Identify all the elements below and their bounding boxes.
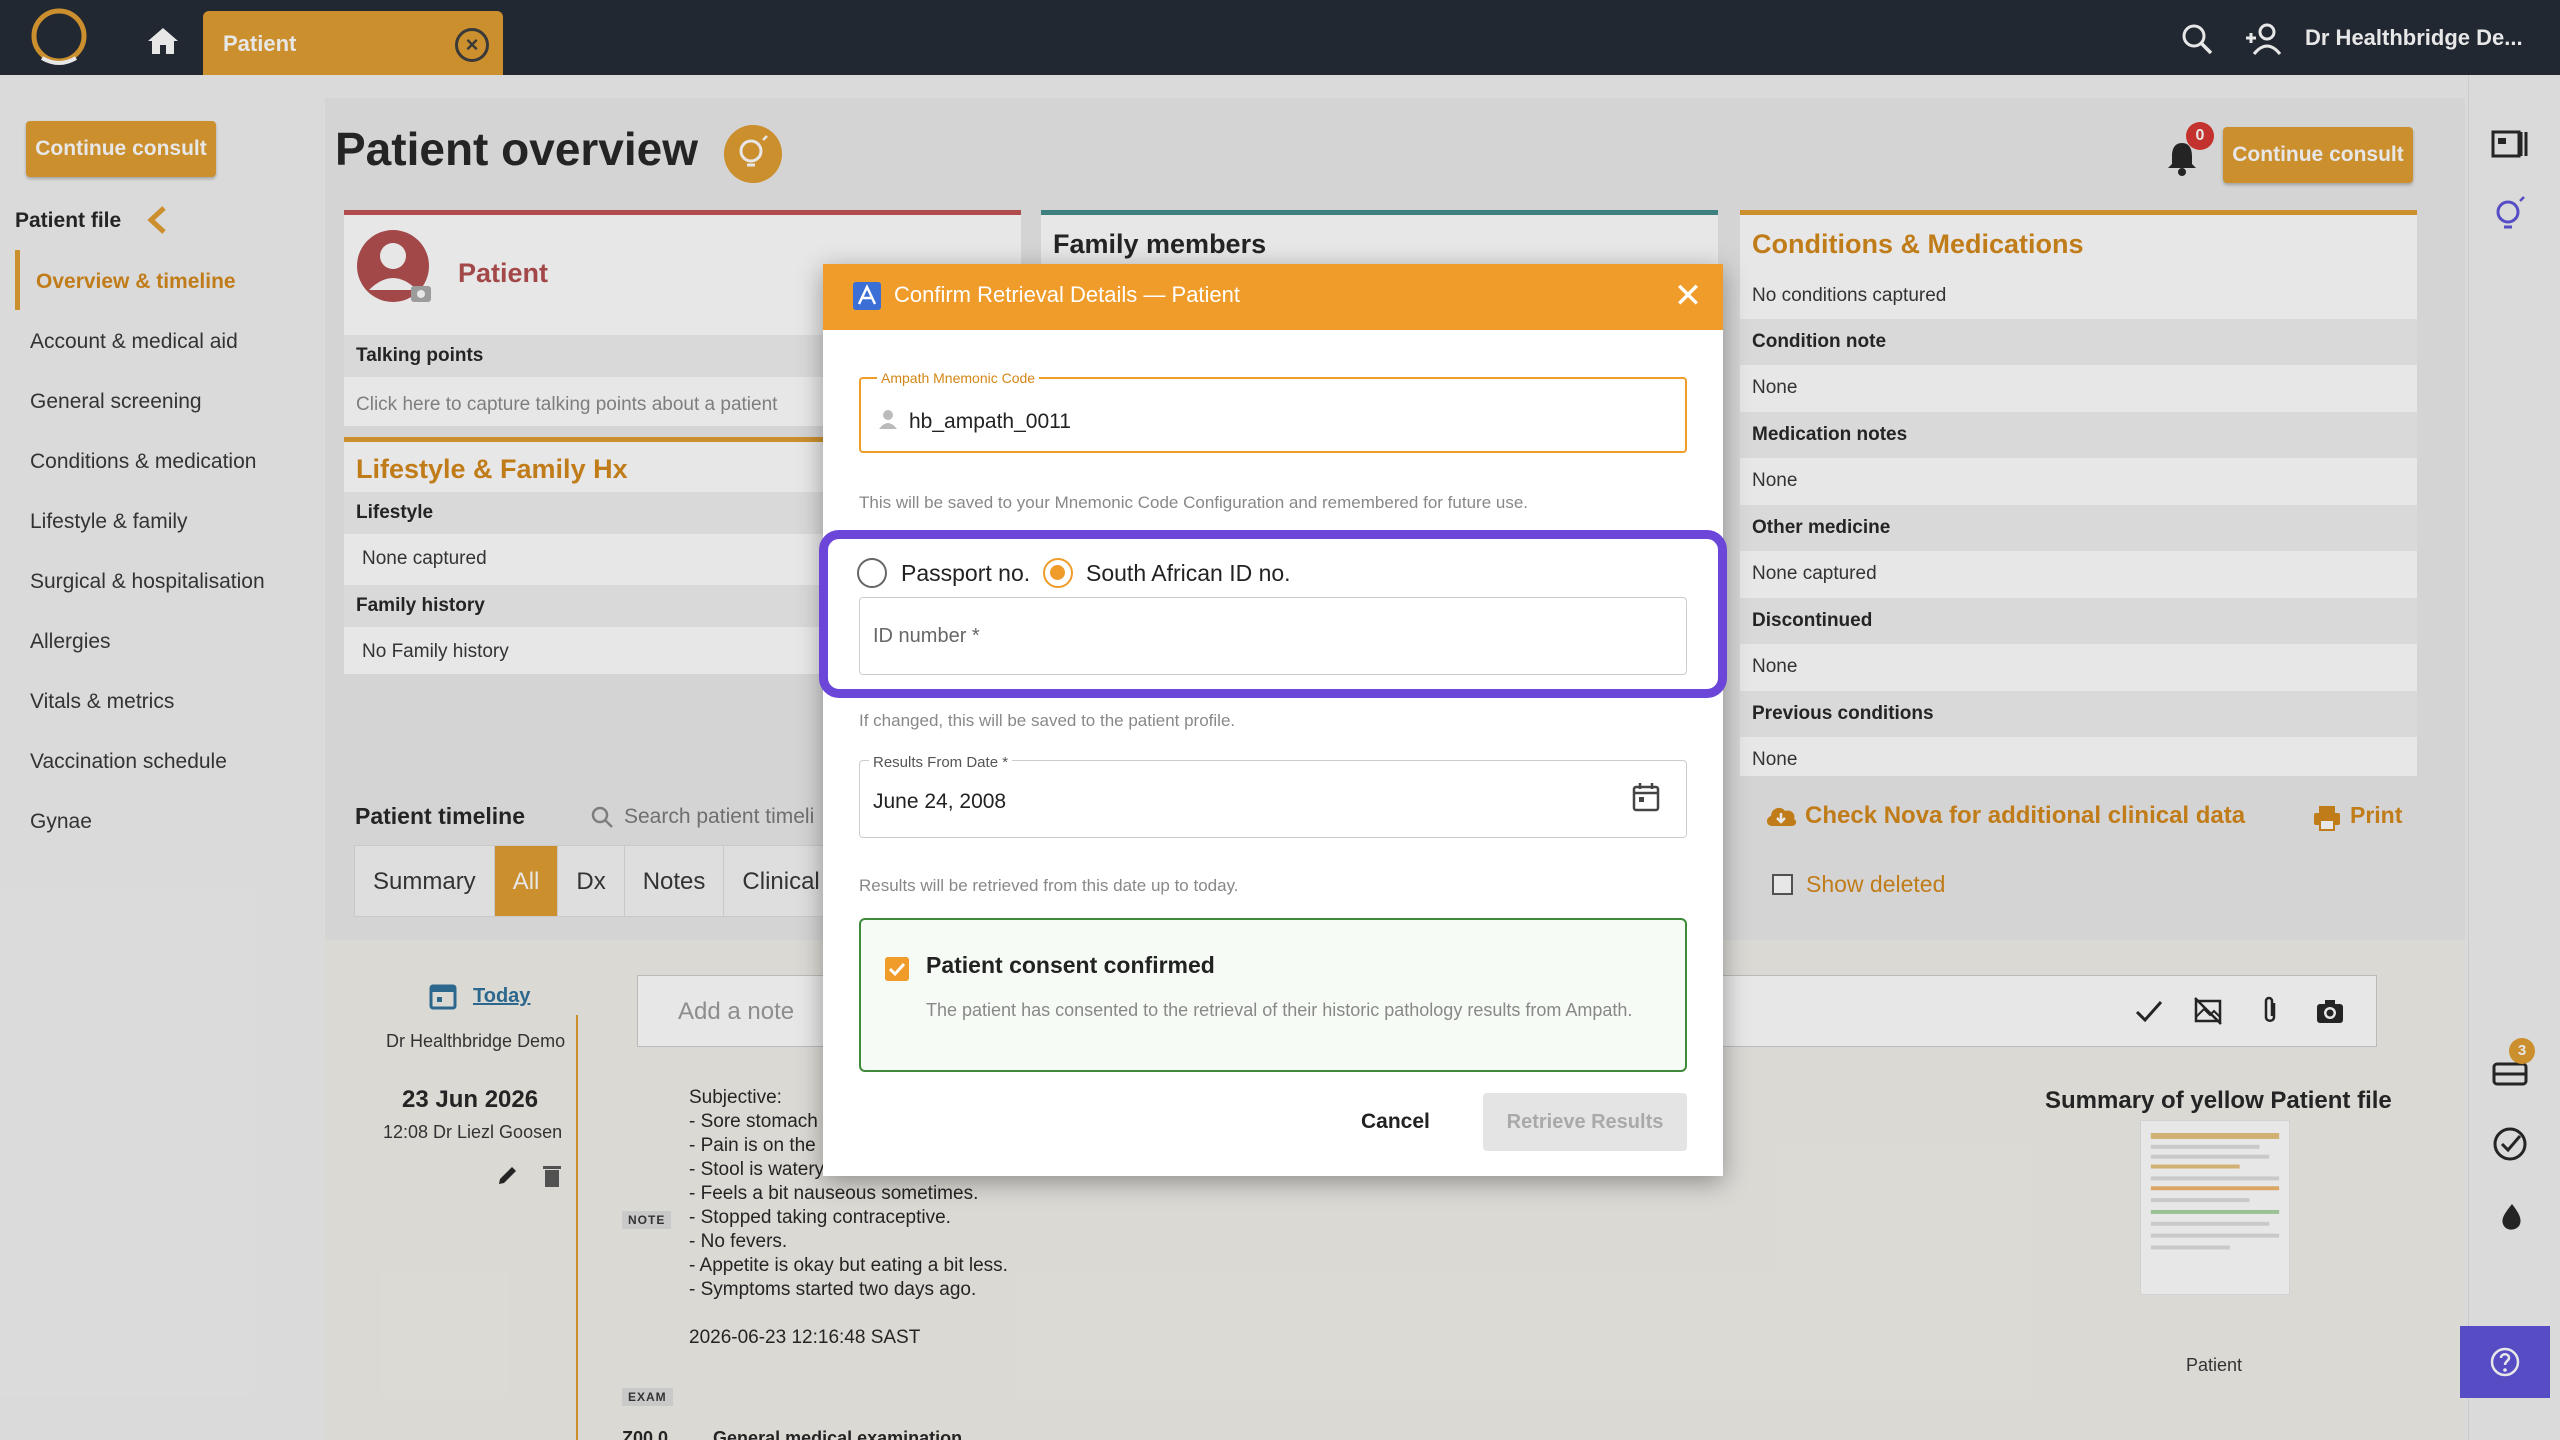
passport-radio[interactable] <box>857 558 887 588</box>
consent-text: The patient has consented to the retriev… <box>926 1000 1633 1020</box>
calendar-icon[interactable] <box>1631 781 1661 813</box>
id-help-text: If changed, this will be saved to the pa… <box>859 711 1236 730</box>
id-number-field[interactable] <box>859 597 1687 675</box>
consent-title[interactable]: Patient consent confirmed <box>926 952 1215 979</box>
id-number-placeholder: ID number * <box>873 625 980 647</box>
mnemonic-code-value[interactable]: hb_ampath_0011 <box>909 410 1071 434</box>
close-icon[interactable]: ✕ <box>1673 278 1703 314</box>
dialog-header: Confirm Retrieval Details — Patient ✕ <box>823 264 1723 330</box>
sa-id-radio[interactable] <box>1043 558 1073 588</box>
consent-panel <box>859 918 1687 1072</box>
confirm-retrieval-dialog: Confirm Retrieval Details — Patient ✕ Am… <box>819 264 1727 1176</box>
dialog-title: Confirm Retrieval Details — Patient <box>894 282 1241 307</box>
mnemonic-code-label: Ampath Mnemonic Code <box>877 370 1040 386</box>
person-icon <box>879 410 897 429</box>
consent-checkbox[interactable] <box>885 957 909 981</box>
ampath-logo-icon <box>853 282 881 310</box>
results-from-date-value[interactable]: June 24, 2008 <box>873 790 1006 814</box>
mnemonic-help-text: This will be saved to your Mnemonic Code… <box>859 493 1529 512</box>
date-help-text: Results will be retrieved from this date… <box>859 876 1239 895</box>
retrieve-results-button[interactable]: Retrieve Results <box>1483 1093 1687 1151</box>
results-from-date-label: Results From Date * <box>869 754 1013 771</box>
passport-radio-label[interactable]: Passport no. <box>901 560 1030 587</box>
cancel-button[interactable]: Cancel <box>1361 1110 1430 1134</box>
sa-id-radio-label[interactable]: South African ID no. <box>1086 560 1291 587</box>
